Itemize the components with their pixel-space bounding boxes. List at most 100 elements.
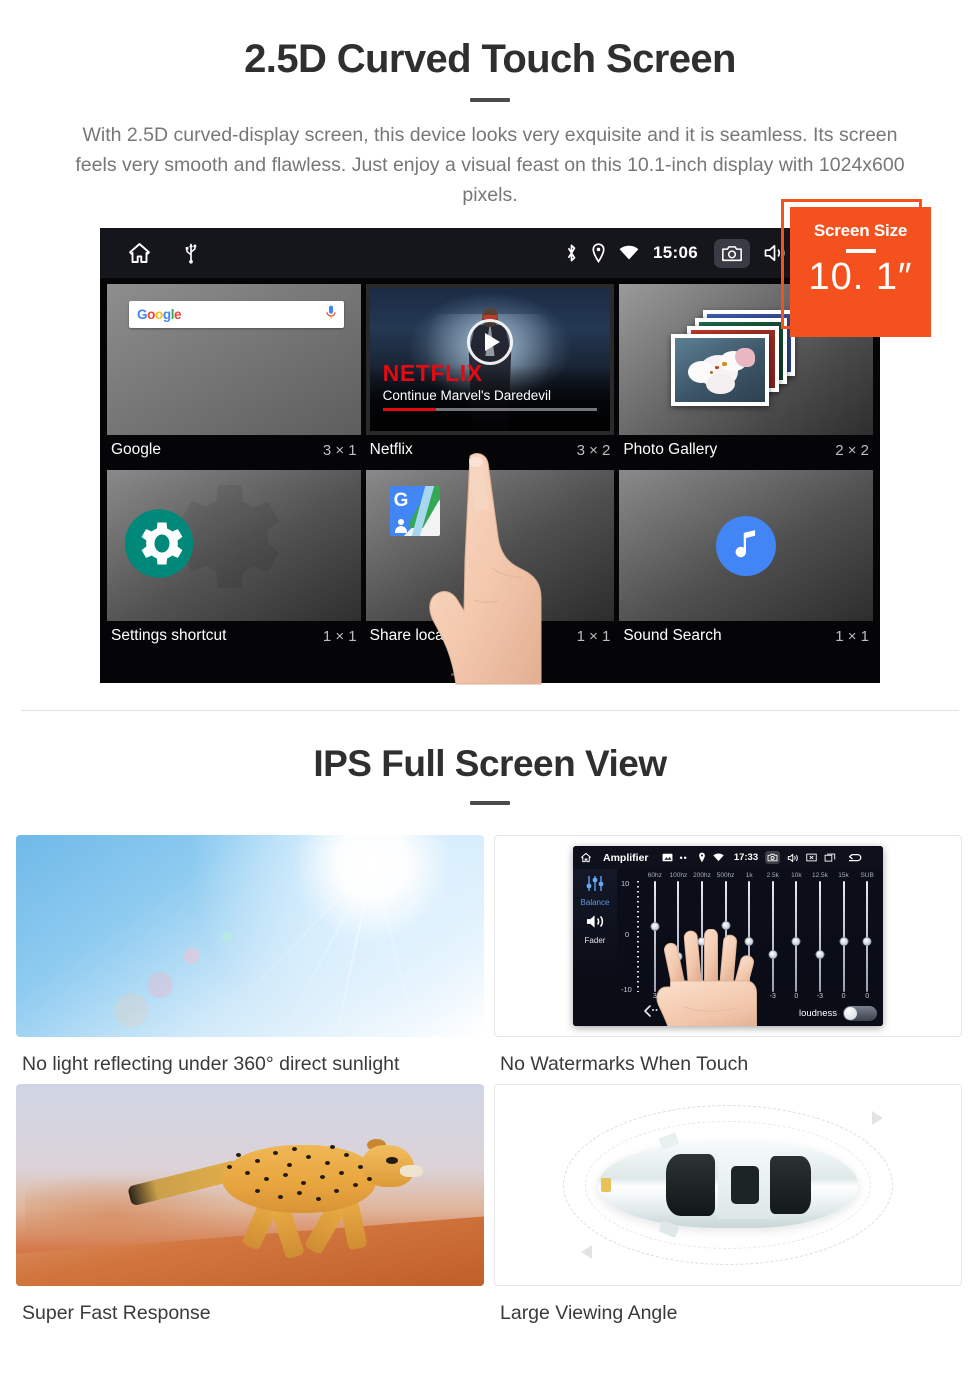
balance-icon[interactable] — [585, 876, 605, 896]
card-caption: Large Viewing Angle — [500, 1302, 678, 1324]
eq-band-labels: 60hz 100hz 200hz 500hz 1k 2.5k 10k 12.5k… — [643, 872, 879, 879]
ips-full-screen-view-section: IPS Full Screen View No light reflecting… — [0, 711, 980, 1333]
eq-slider[interactable] — [855, 881, 879, 992]
car-topview-illustration — [494, 1084, 962, 1286]
close-icon[interactable] — [806, 853, 817, 862]
tile-label: Netflix 3 × 2 — [365, 435, 615, 465]
netflix-progress-track[interactable] — [382, 408, 598, 411]
mic-icon[interactable] — [326, 305, 336, 325]
eq-slider[interactable] — [832, 881, 856, 992]
widget-grid: Google Google 3 × 1 NETFLIX Continue Mar… — [100, 278, 880, 683]
rotation-arrow-right — [872, 1111, 883, 1125]
cheetah-photo — [16, 1084, 484, 1286]
home-icon[interactable] — [580, 852, 592, 863]
sunlight-sky — [16, 835, 484, 1037]
gear-icon[interactable] — [123, 507, 195, 584]
tile-label: Photo Gallery 2 × 2 — [619, 435, 873, 465]
car-body — [598, 1132, 858, 1238]
curved-touch-screen-section: 2.5D Curved Touch Screen With 2.5D curve… — [0, 0, 980, 685]
eq-slider[interactable] — [785, 881, 809, 992]
loudness-control[interactable]: loudness — [798, 1005, 877, 1021]
bluetooth-icon — [565, 243, 578, 263]
fader-icon[interactable] — [584, 913, 606, 935]
balance-label[interactable]: Balance — [573, 898, 617, 907]
tile-size: 1 × 1 — [322, 627, 357, 645]
car-headlight — [600, 1178, 611, 1192]
loudness-label: loudness — [798, 1007, 837, 1019]
cheetah — [16, 1084, 484, 1286]
tile-label: Share location 1 × 1 — [365, 621, 615, 651]
feature-card-no-watermarks: Amplifier •• 17:33 Balance Fader 60hz 10… — [494, 835, 964, 1084]
fader-label[interactable]: Fader — [573, 936, 617, 945]
eq-slider[interactable] — [808, 881, 832, 992]
widget-tile-netflix[interactable]: NETFLIX Continue Marvel's Daredevil Netf… — [365, 284, 615, 465]
music-note-icon[interactable] — [716, 515, 777, 576]
recents-icon[interactable] — [824, 853, 836, 862]
eq-band-label: 1k — [745, 872, 753, 879]
tile-label: Sound Search 1 × 1 — [619, 621, 873, 651]
page-dot-2[interactable] — [479, 673, 501, 676]
car-sunroof — [730, 1166, 760, 1204]
home-icon[interactable] — [126, 241, 153, 265]
product-feature-page: 2.5D Curved Touch Screen With 2.5D curve… — [0, 0, 980, 1394]
screen-size-value: 10. 1″ — [808, 256, 913, 298]
android-head-unit-screenshot: 15:06 Google Google 3 × 1 NETFLIX Contin… — [100, 228, 880, 685]
google-widget-preview: Google — [107, 284, 361, 435]
status-bar: 15:06 — [100, 228, 880, 278]
eq-band-label: 12.5k — [812, 872, 828, 879]
widget-row-bottom: Settings shortcut 1 × 1 G Share location… — [107, 470, 873, 651]
location-icon — [698, 852, 706, 863]
eq-scale-mid: 0 — [625, 929, 630, 939]
search-input[interactable]: Google — [129, 301, 344, 328]
page-dot-1[interactable] — [451, 673, 473, 676]
screen-size-badge: Screen Size 10. 1″ — [790, 207, 931, 337]
loudness-toggle[interactable] — [843, 1005, 877, 1021]
feature-card-fast-response: Super Fast Response — [16, 1084, 486, 1333]
play-icon[interactable] — [467, 319, 513, 366]
eq-band-value: 0 — [841, 993, 846, 1000]
eq-band-label: 15k — [838, 872, 849, 879]
tile-name: Share location — [369, 627, 469, 644]
tile-label: Google 3 × 1 — [107, 435, 361, 465]
feature-card-sunlight: No light reflecting under 360° direct su… — [16, 835, 486, 1084]
tile-name: Photo Gallery — [623, 441, 718, 458]
eq-band-label: 60hz — [647, 872, 662, 879]
section-description: With 2.5D curved-display screen, this de… — [75, 124, 905, 206]
lens-flare — [221, 931, 232, 942]
section2-underline-rule — [470, 801, 510, 805]
widget-tile-google[interactable]: Google Google 3 × 1 — [107, 284, 361, 465]
tile-label: Settings shortcut 1 × 1 — [107, 621, 361, 651]
netflix-progress-fill — [382, 408, 437, 411]
tile-size: 1 × 1 — [576, 627, 611, 645]
camera-icon[interactable] — [765, 851, 781, 864]
badge-divider — [845, 249, 876, 253]
netflix-widget-preview: NETFLIX Continue Marvel's Daredevil — [365, 284, 615, 435]
volume-icon[interactable] — [787, 853, 799, 863]
eq-band-label: 2.5k — [766, 872, 779, 879]
widget-tile-share-location[interactable]: G Share location 1 × 1 — [365, 470, 615, 651]
eq-band-label: 10k — [791, 872, 802, 879]
page-dot-3-active[interactable] — [507, 673, 529, 676]
eq-scale: 10 0 -10 — [621, 879, 643, 994]
card-caption: No light reflecting under 360° direct su… — [22, 1053, 400, 1075]
android-home-screen: 15:06 Google Google 3 × 1 NETFLIX Contin… — [100, 228, 880, 683]
back-icon[interactable] — [848, 853, 863, 863]
widget-tile-settings-shortcut[interactable]: Settings shortcut 1 × 1 — [107, 470, 361, 651]
feature-card-viewing-angle: Large Viewing Angle — [494, 1084, 964, 1333]
wifi-icon — [713, 853, 724, 862]
widget-tile-sound-search[interactable]: Sound Search 1 × 1 — [619, 470, 873, 651]
widget-row-top: Google Google 3 × 1 NETFLIX Continue Mar… — [107, 284, 873, 465]
card-caption: No Watermarks When Touch — [500, 1053, 749, 1075]
eq-band-label: 100hz — [669, 872, 688, 879]
amplifier-screen: Amplifier •• 17:33 Balance Fader 60hz 10… — [573, 846, 883, 1026]
section2-title: IPS Full Screen View — [313, 743, 667, 784]
eq-scale-min: -10 — [621, 985, 632, 994]
lens-flare — [114, 992, 149, 1027]
wifi-icon — [619, 245, 639, 261]
camera-icon[interactable] — [714, 238, 750, 268]
eq-scale-max: 10 — [621, 879, 630, 888]
google-maps-icon[interactable]: G — [389, 486, 440, 536]
home-page-indicator[interactable] — [451, 673, 529, 676]
eq-scale-ticks — [637, 881, 639, 992]
open-hand-illustration — [655, 928, 757, 1026]
